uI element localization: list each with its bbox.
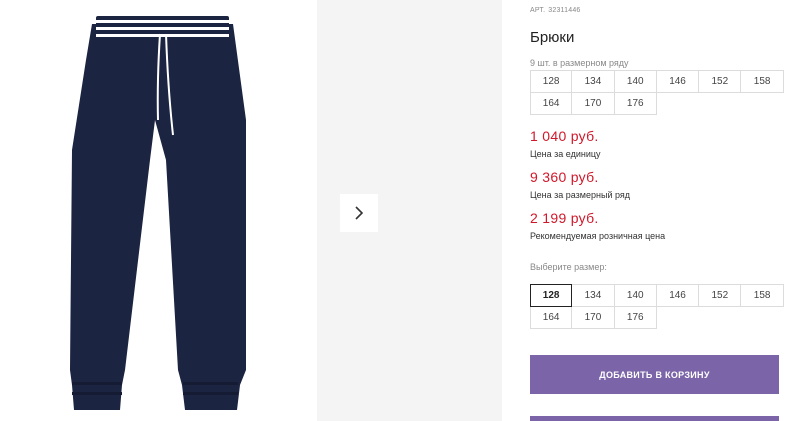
- size-option[interactable]: 152: [699, 284, 742, 307]
- article-label: АРТ.: [530, 7, 546, 14]
- size-option[interactable]: 158: [741, 284, 784, 307]
- size-option[interactable]: 164: [530, 306, 573, 329]
- unit-price-label: Цена за единицу: [530, 149, 601, 159]
- add-to-cart-button[interactable]: ДОБАВИТЬ В КОРЗИНУ: [530, 355, 779, 394]
- size-row-item: 158: [741, 70, 784, 93]
- retail-price: 2 199 руб.: [530, 210, 599, 226]
- size-row-item: 140: [614, 70, 657, 93]
- row-price-label: Цена за размерный ряд: [530, 190, 631, 200]
- product-image[interactable]: [0, 0, 317, 421]
- next-image-button[interactable]: [340, 194, 378, 232]
- size-row-item: 164: [530, 92, 573, 115]
- product-title: Брюки: [530, 29, 575, 46]
- size-option[interactable]: 176: [614, 306, 657, 329]
- size-row-item: 128: [530, 70, 573, 93]
- size-row-count: 9 шт. в размерном ряду: [530, 58, 629, 68]
- unit-price: 1 040 руб.: [530, 128, 599, 144]
- size-option[interactable]: 146: [656, 284, 700, 307]
- pants-image: [70, 16, 246, 410]
- size-option[interactable]: 170: [572, 306, 615, 329]
- size-option[interactable]: 134: [572, 284, 615, 307]
- size-row-item: 146: [656, 70, 700, 93]
- retail-price-label: Рекомендуемая розничная цена: [530, 231, 666, 241]
- size-option-selected[interactable]: 128: [530, 284, 573, 307]
- size-row-grid: 128 134 140 146 152 158 164 170 176: [530, 70, 784, 115]
- chevron-right-icon: [355, 206, 364, 220]
- article-value: 32311446: [548, 7, 581, 14]
- size-row-item: 176: [614, 92, 657, 115]
- choose-size-label: Выберите размер:: [530, 262, 607, 272]
- article-number: АРТ. 32311446: [530, 7, 581, 14]
- row-price: 9 360 руб.: [530, 169, 599, 185]
- size-row-item: 134: [572, 70, 615, 93]
- secondary-button[interactable]: [530, 416, 779, 421]
- size-row-item: 170: [572, 92, 615, 115]
- size-option[interactable]: 140: [614, 284, 657, 307]
- size-row-item: 152: [699, 70, 742, 93]
- size-picker-grid: 128 134 140 146 152 158 164 170 176: [530, 284, 784, 329]
